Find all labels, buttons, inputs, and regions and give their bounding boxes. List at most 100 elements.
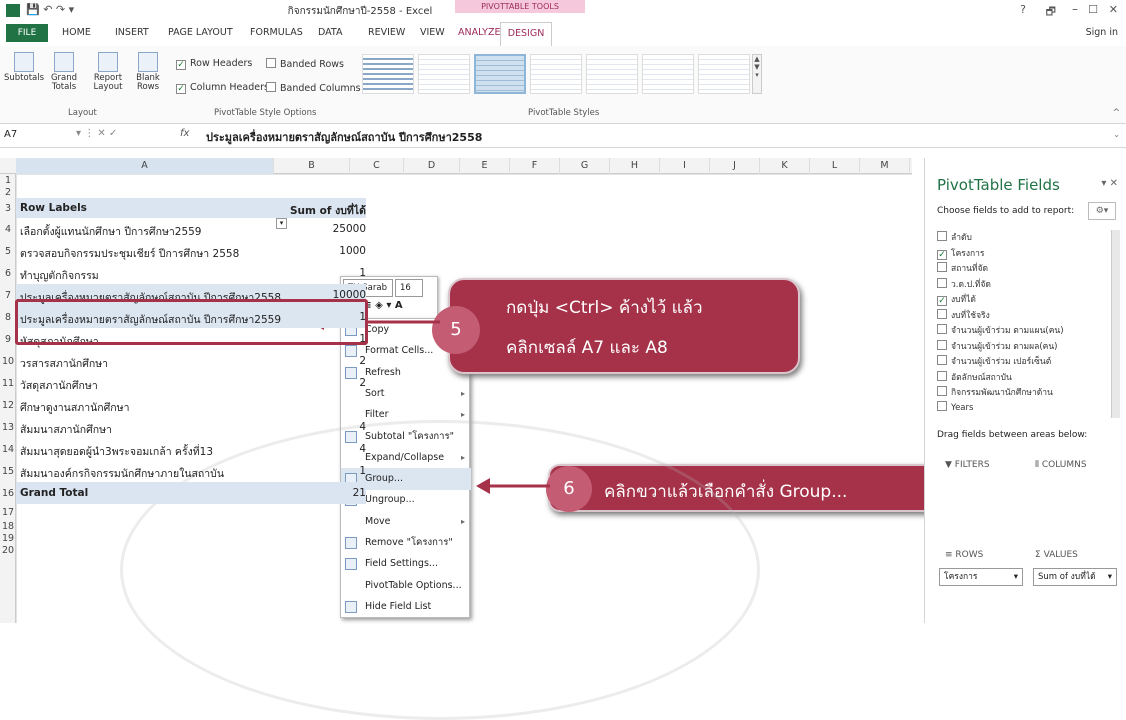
row-number[interactable]: 6 — [0, 268, 16, 279]
pivot-value[interactable]: 25000 — [333, 223, 366, 235]
subtotals-button[interactable]: Subtotals — [4, 52, 44, 83]
row-labels-header[interactable]: Row Labels — [20, 202, 87, 214]
pivot-row-label[interactable]: สัมมนาสภานักศึกษา — [20, 421, 112, 438]
column-header-a[interactable]: A — [16, 158, 274, 174]
menu-item-field-settings[interactable]: Field Settings... — [341, 553, 471, 575]
pane-close-icon[interactable]: ▾ ✕ — [1101, 178, 1118, 189]
column-header-j[interactable]: J — [710, 158, 760, 174]
tab-review[interactable]: REVIEW — [368, 27, 405, 38]
fx-icon[interactable]: fx — [180, 128, 189, 139]
row-number[interactable]: 3 — [0, 203, 16, 214]
row-number[interactable]: 5 — [0, 246, 16, 257]
tab-analyze[interactable]: ANALYZE — [458, 27, 500, 38]
ribbon-display-icon[interactable]: 🗗 — [1046, 3, 1056, 22]
field-checkbox-item[interactable]: งบที่ใช้จริง — [937, 308, 990, 322]
pivot-value[interactable]: 2 — [359, 377, 366, 389]
row-number[interactable]: 17 — [0, 507, 16, 518]
pivot-row-label[interactable]: เลือกตั้งผู้แทนนักศึกษา ปีการศึกษา2559 — [20, 223, 201, 240]
row-number[interactable]: 7 — [0, 290, 16, 301]
tab-file[interactable]: FILE — [6, 24, 48, 42]
grand-totals-button[interactable]: Grand Totals — [46, 52, 82, 93]
pivot-value[interactable]: 2 — [359, 355, 366, 367]
row-number[interactable]: 15 — [0, 466, 16, 477]
pivot-value[interactable]: 1000 — [339, 245, 366, 257]
pivot-value[interactable]: 21 — [353, 487, 366, 499]
column-header-e[interactable]: E — [460, 158, 510, 174]
tab-insert[interactable]: INSERT — [115, 27, 149, 38]
column-header-k[interactable]: K — [760, 158, 810, 174]
gear-icon[interactable]: ⚙▾ — [1088, 202, 1116, 220]
tab-page-layout[interactable]: PAGE LAYOUT — [168, 27, 233, 38]
column-header-g[interactable]: G — [560, 158, 610, 174]
formula-buttons-icon[interactable]: ▾ ⋮ ✕ ✓ — [76, 128, 117, 139]
pivot-row-label[interactable]: วัสดุสภานักศึกษา — [20, 377, 98, 394]
field-checkbox-item[interactable]: Years — [937, 400, 973, 413]
menu-item-remove[interactable]: Remove "โครงการ" — [341, 532, 471, 554]
pivot-value[interactable]: 4 — [359, 421, 366, 433]
field-checkbox-item[interactable]: สถานที่จัด — [937, 261, 988, 275]
row-number[interactable]: 9 — [0, 334, 16, 345]
values-field-chip[interactable]: Sum of งบที่ได้ ▾ — [1033, 568, 1117, 586]
pivot-style-swatch[interactable] — [418, 54, 470, 94]
column-header-b[interactable]: B — [274, 158, 350, 174]
sum-header[interactable]: Sum of งบที่ได้ — [290, 202, 366, 219]
row-number[interactable]: 2 — [0, 187, 16, 198]
column-header-m[interactable]: M — [860, 158, 910, 174]
column-header-f[interactable]: F — [510, 158, 560, 174]
formula-input[interactable]: ประมูลเครื่องหมายตราสัญลักษณ์สถาบัน ปีกา… — [206, 128, 482, 146]
pivot-style-swatch[interactable] — [530, 54, 582, 94]
expand-formula-icon[interactable]: ⌄ — [1113, 130, 1120, 139]
row-number[interactable]: 20 — [0, 545, 16, 556]
field-checkbox-item[interactable]: กิจกรรมพัฒนานักศึกษาด้าน — [937, 385, 1053, 399]
row-number[interactable]: 8 — [0, 312, 16, 323]
row-number[interactable]: 16 — [0, 488, 16, 499]
field-checkbox-item[interactable]: จำนวนผู้เข้าร่วม ตามแผน(คน) — [937, 323, 1064, 337]
column-header-d[interactable]: D — [404, 158, 460, 174]
pivot-style-swatch-selected[interactable] — [474, 54, 526, 94]
field-checkbox-item[interactable]: อัตลักษณ์สถาบัน — [937, 370, 1012, 384]
field-checkbox-item[interactable]: ว.ด.ป.ที่จัด — [937, 277, 991, 291]
pivot-row-label[interactable]: สัมมนาสุดยอดผู้นำ3พระจอมเกล้า ครั้งที่13 — [20, 443, 213, 460]
row-number[interactable]: 18 — [0, 521, 16, 532]
pivot-row-label[interactable]: ทำบุญตักกิจกรรม — [20, 267, 99, 284]
maximize-button[interactable]: ☐ — [1088, 3, 1098, 16]
pivot-style-swatch[interactable] — [642, 54, 694, 94]
row-number[interactable]: 10 — [0, 356, 16, 367]
pivot-style-swatch[interactable] — [586, 54, 638, 94]
pivot-value[interactable]: 1 — [359, 267, 366, 279]
banded-rows-checkbox[interactable]: Banded Rows — [266, 58, 344, 70]
rows-field-chip[interactable]: โครงการ ▾ — [939, 568, 1023, 586]
pivot-style-swatch[interactable] — [362, 54, 414, 94]
row-number[interactable]: 1 — [0, 175, 16, 186]
tab-view[interactable]: VIEW — [420, 27, 445, 38]
tab-design[interactable]: DESIGN — [500, 22, 552, 46]
pivot-value[interactable]: 1 — [359, 465, 366, 477]
field-checkbox-item[interactable]: ✓ งบที่ได้ — [937, 292, 976, 306]
styles-scroll-icon[interactable]: ▲ ▼ ▾ — [752, 54, 762, 94]
banded-columns-checkbox[interactable]: Banded Columns — [266, 82, 361, 94]
blank-rows-button[interactable]: Blank Rows — [130, 52, 166, 93]
grand-total-label[interactable]: Grand Total — [20, 487, 88, 499]
field-checkbox-item[interactable]: ✓ โครงการ — [937, 246, 984, 260]
menu-item-pivottable-options[interactable]: PivotTable Options... — [341, 575, 471, 597]
field-checkbox-item[interactable]: จำนวนผู้เข้าร่วม เปอร์เซ็นต์ — [937, 354, 1051, 368]
filter-dropdown-icon[interactable]: ▾ — [276, 218, 287, 229]
tab-data[interactable]: DATA — [318, 27, 342, 38]
sign-in-link[interactable]: Sign in — [1086, 27, 1118, 38]
row-number[interactable]: 14 — [0, 444, 16, 455]
column-headers-checkbox[interactable]: ✓ Column Headers — [176, 82, 269, 94]
column-header-l[interactable]: L — [810, 158, 860, 174]
pivot-style-swatch[interactable] — [698, 54, 750, 94]
report-layout-button[interactable]: Report Layout — [88, 52, 128, 93]
field-list-scrollbar[interactable] — [1111, 230, 1120, 418]
pivot-row-label[interactable]: ศึกษาดูงานสภานักศึกษา — [20, 399, 129, 416]
help-button[interactable]: ? — [1020, 3, 1026, 16]
menu-item-move[interactable]: Move ▸ — [341, 511, 471, 533]
row-headers-checkbox[interactable]: ✓ Row Headers — [176, 58, 252, 70]
row-number[interactable]: 12 — [0, 400, 16, 411]
pivot-row-label[interactable]: สัมมนาองค์กรกิจกรรมนักศึกษาภายในสถาบัน — [20, 465, 224, 482]
row-number[interactable]: 13 — [0, 422, 16, 433]
tab-formulas[interactable]: FORMULAS — [250, 27, 303, 38]
menu-item-hide-field-list[interactable]: Hide Field List — [341, 596, 471, 618]
pivot-row-label[interactable]: วรสารสภานักศึกษา — [20, 355, 108, 372]
